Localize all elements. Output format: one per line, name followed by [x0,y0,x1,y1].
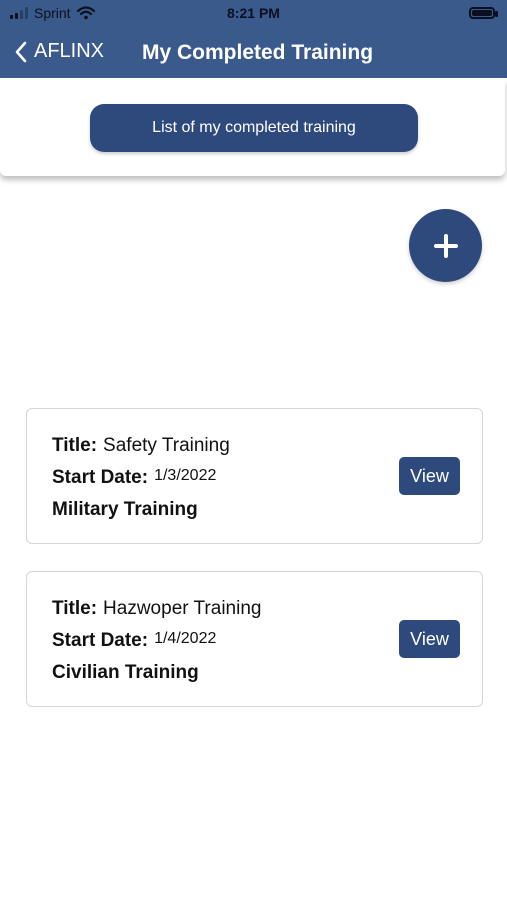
view-button[interactable]: View [399,620,460,658]
training-title-row: Title: Safety Training [52,435,230,457]
training-title: Hazwoper Training [103,598,262,619]
training-start-date: 1/3/2022 [154,467,217,484]
title-label: Title: [52,435,98,456]
app-header: Sprint 8:21 PM AFLINX My Completed Train… [0,0,507,78]
back-label: AFLINX [34,40,105,62]
training-card: Title: Safety Training Start Date: 1/3/202… [26,408,483,544]
training-card: Title: Hazwoper Training Start Date: 1/4/2… [26,571,483,707]
training-start-date: 1/4/2022 [154,630,217,647]
battery-fill [472,10,492,16]
status-time: 8:21 PM [227,5,280,21]
start-date-label: Start Date: [52,467,149,488]
add-training-button[interactable] [409,209,482,282]
training-type: Military Training [52,499,198,520]
list-completed-training-button[interactable]: List of my completed training [90,104,418,152]
status-bar: Sprint 8:21 PM [0,0,507,28]
plus-icon [433,233,458,258]
chevron-left-icon [15,41,27,62]
nav-bar: AFLINX My Completed Training [0,32,507,72]
battery-icon [469,7,498,19]
title-label: Title: [52,598,98,619]
training-title: Safety Training [103,435,230,456]
page-title: My Completed Training [142,41,374,64]
training-date-row: Start Date: 1/3/2022 [52,467,216,489]
training-date-row: Start Date: 1/4/2022 [52,630,216,652]
list-button-panel: List of my completed training [0,80,505,176]
training-type: Civilian Training [52,662,199,683]
training-title-row: Title: Hazwoper Training [52,598,261,620]
back-button[interactable]: AFLINX [14,40,104,63]
view-button[interactable]: View [399,457,460,495]
start-date-label: Start Date: [52,630,149,651]
